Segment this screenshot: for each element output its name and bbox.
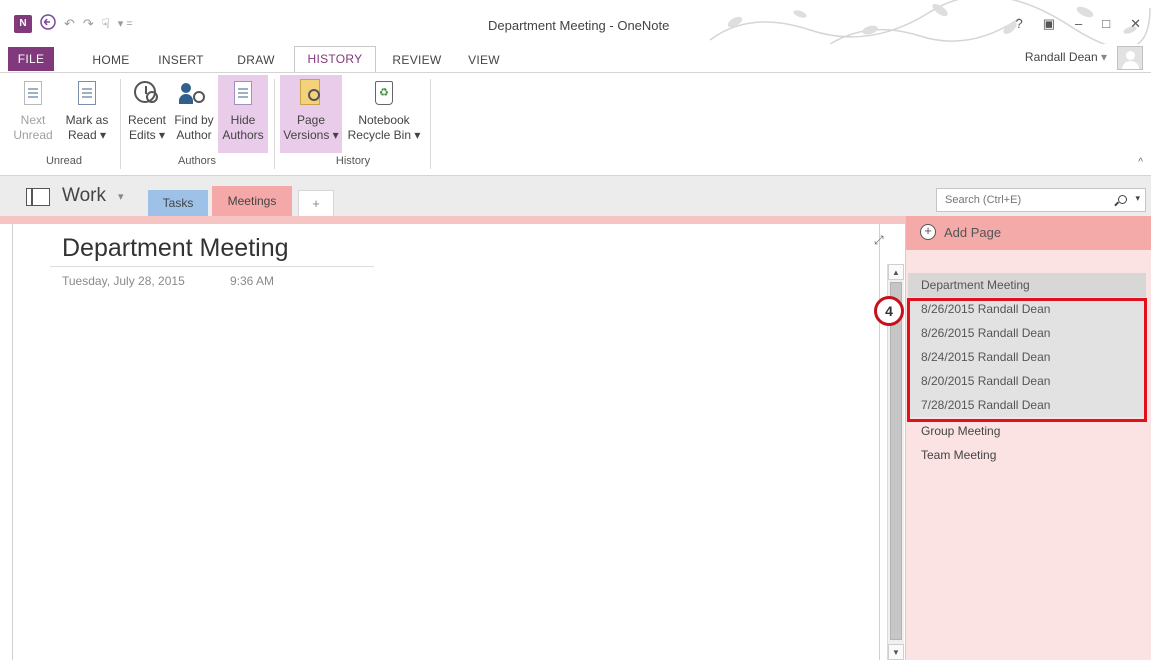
tab-view[interactable]: VIEW [462,48,506,72]
window-controls: ? ▣ – □ ✕ [1015,16,1141,32]
hide-authors-button[interactable]: Hide Authors [218,75,268,153]
add-page-label: Add Page [944,225,1002,240]
group-separator [430,79,431,169]
maximize-button[interactable]: □ [1102,16,1110,32]
page-item-group-meeting[interactable]: Group Meeting [908,419,1146,443]
next-unread-label-1: Next [20,113,46,127]
title-underline [50,266,374,267]
redo-icon[interactable]: ↷ [83,15,94,33]
mark-as-read-label-1: Mark as [65,113,109,127]
collapse-ribbon-icon[interactable]: ^ [1138,157,1143,168]
tab-home[interactable]: HOME [86,48,136,72]
scroll-down-icon[interactable]: ▼ [888,644,904,660]
page-versions-button[interactable]: Page Versions ▾ [280,75,342,153]
section-tab-meetings[interactable]: Meetings [212,186,292,216]
section-color-band [0,216,905,224]
hide-authors-label-2: Authors [222,128,264,142]
full-page-view-icon[interactable]: ⤢ [874,234,886,246]
add-section-button[interactable]: + [298,190,334,216]
recent-edits-label-2: Edits ▾ [128,128,166,142]
next-unread-icon [18,79,48,109]
scroll-thumb[interactable] [890,282,902,640]
recycle-bin-icon [369,79,399,109]
minimize-button[interactable]: – [1075,16,1082,32]
help-button[interactable]: ? [1015,16,1022,32]
page-canvas[interactable] [12,224,880,660]
chevron-down-icon[interactable]: ▾ [118,190,124,203]
notebook-recycle-bin-button[interactable]: Notebook Recycle Bin ▾ [344,75,424,153]
highlight-box [907,298,1147,422]
avatar[interactable] [1117,46,1143,70]
page-item-team-meeting[interactable]: Team Meeting [908,443,1146,467]
search-scope-chevron-icon[interactable]: ▾ [1135,193,1140,204]
add-page-button[interactable]: + Add Page [906,216,1151,250]
user-account[interactable]: Randall Dean ▾ [1025,50,1107,64]
search-icon[interactable] [1118,195,1127,204]
touch-mode-icon[interactable]: ☟ [102,15,110,33]
mark-as-read-button[interactable]: Mark as Read ▾ [60,75,114,153]
undo-icon[interactable]: ↶ [64,15,75,33]
clock-search-icon [132,79,162,109]
page-item-department-meeting[interactable]: Department Meeting [908,273,1146,297]
avatar-head [1126,51,1135,60]
recycle-bin-label-2: Recycle Bin ▾ [347,128,421,142]
next-unread-label-2: Unread [13,128,53,142]
section-tab-tasks[interactable]: Tasks [148,190,208,216]
notebook-name[interactable]: Work [62,185,106,207]
ribbon-tabs: FILE HOME INSERT DRAW HISTORY REVIEW VIE… [0,44,1151,72]
step-callout-badge: 4 [874,296,904,326]
find-by-author-button[interactable]: Find by Author [170,75,218,153]
recent-edits-label-1: Recent [127,113,167,127]
quick-access-toolbar: N ↶ ↷ ☟ ▾ = [14,13,133,35]
group-label-authors: Authors [178,155,216,167]
search-box[interactable]: ▾ [936,188,1146,212]
ribbon-display-options-button[interactable]: ▣ [1043,16,1055,32]
find-by-author-label-2: Author [176,128,212,142]
page-title[interactable]: Department Meeting [62,234,289,263]
page-versions-icon [296,79,326,109]
page-time: 9:36 AM [230,274,275,288]
window-title: Department Meeting - OneNote [488,18,670,33]
recent-edits-button[interactable]: Recent Edits ▾ [124,75,170,153]
tab-review[interactable]: REVIEW [386,48,448,72]
page-versions-label-1: Page [296,113,326,127]
tab-file[interactable]: FILE [8,47,54,71]
page-date: Tuesday, July 28, 2015 [62,274,185,288]
tab-history[interactable]: HISTORY [294,46,376,72]
group-label-history: History [335,155,371,167]
scroll-up-icon[interactable]: ▲ [888,264,904,280]
notebook-bar: Work ▾ Tasks Meetings + ▾ [0,176,1151,216]
find-by-author-label-1: Find by [174,113,214,127]
hide-authors-icon [228,79,258,109]
user-name: Randall Dean [1024,50,1098,64]
next-unread-button[interactable]: Next Unread [12,75,54,153]
group-separator [120,79,121,169]
mark-as-read-icon [72,79,102,109]
person-search-icon [179,79,209,109]
page-versions-label-2: Versions ▾ [283,128,339,142]
avatar-shoulders [1122,61,1139,69]
customize-qat-icon[interactable]: ▾ = [118,15,133,33]
chevron-down-icon: ▾ [1100,50,1107,64]
group-separator [274,79,275,169]
mark-as-read-label-2: Read ▾ [67,128,107,142]
tab-insert[interactable]: INSERT [152,48,210,72]
notebook-icon[interactable] [26,188,50,206]
hide-authors-label-1: Hide [230,113,256,127]
search-input[interactable] [937,189,1107,211]
ribbon-history: Next Unread Mark as Read ▾ Unread Recent… [0,72,1151,176]
onenote-logo-icon: N [14,15,32,33]
plus-circle-icon: + [920,224,936,240]
tab-draw[interactable]: DRAW [228,48,284,72]
close-button[interactable]: ✕ [1130,16,1141,32]
recycle-bin-label-1: Notebook [358,113,410,127]
title-bar: N ↶ ↷ ☟ ▾ = Department Meeting - OneNote… [0,0,1151,44]
page-list: + Add Page Department Meeting 8/26/2015 … [905,216,1151,660]
group-label-unread: Unread [45,155,83,167]
back-icon[interactable] [40,13,56,35]
